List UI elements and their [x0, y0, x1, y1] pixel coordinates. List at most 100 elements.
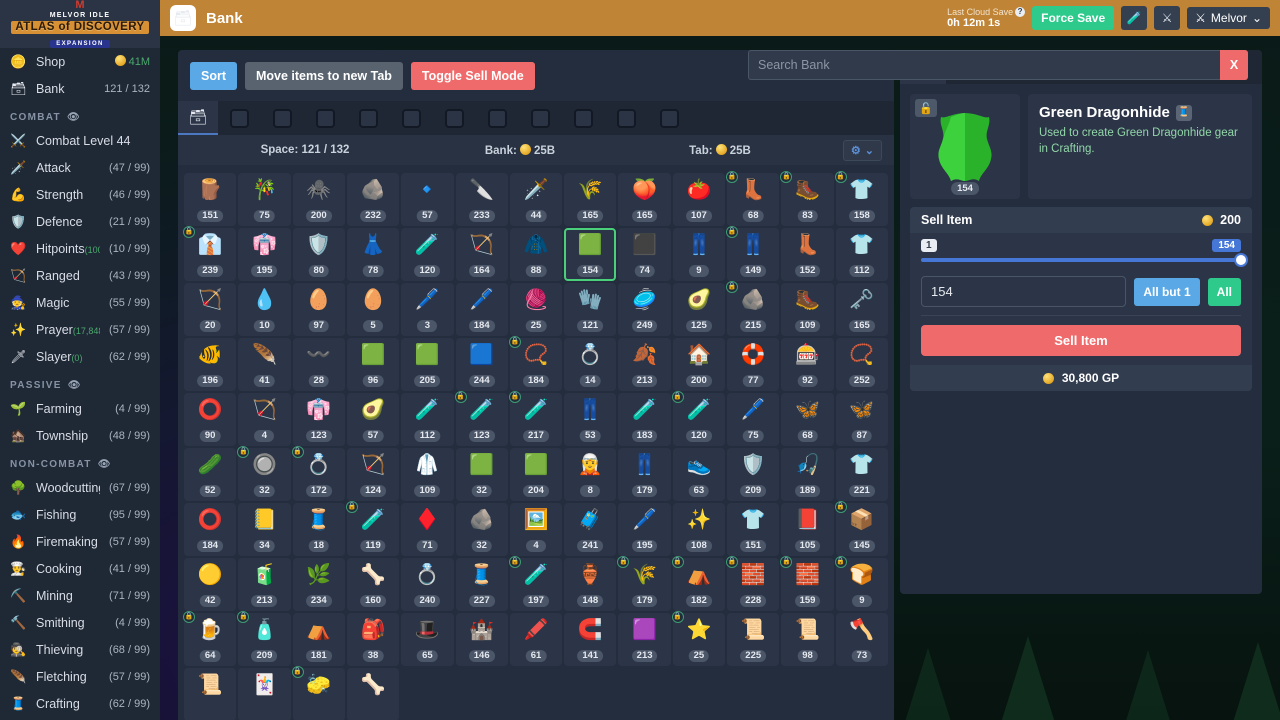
bank-tab-empty-9[interactable]: [562, 101, 605, 135]
bank-item[interactable]: 🖊️195: [618, 503, 670, 556]
bank-item[interactable]: 🛡️80: [293, 228, 345, 281]
bank-item[interactable]: ⭕90: [184, 393, 236, 446]
bank-tab-0[interactable]: 🗃: [178, 101, 218, 135]
bank-item[interactable]: 🪓73: [836, 613, 888, 666]
bank-item[interactable]: 🔒⭐25: [673, 613, 725, 666]
bank-item[interactable]: 🔒🧴209: [238, 613, 290, 666]
bank-item[interactable]: 🔒👢68: [727, 173, 779, 226]
bank-item[interactable]: 🔒🧪217: [510, 393, 562, 446]
bank-item[interactable]: 🕷️200: [293, 173, 345, 226]
bank-item[interactable]: 🧪112: [401, 393, 453, 446]
bank-item[interactable]: 🪵151: [184, 173, 236, 226]
bank-item[interactable]: 🟩96: [347, 338, 399, 391]
bank-item[interactable]: 📜98: [781, 613, 833, 666]
bank-item[interactable]: 🛟77: [727, 338, 779, 391]
bank-item[interactable]: 👘123: [293, 393, 345, 446]
sidebar-item-thieving[interactable]: 🕵️Thieving(68 / 99): [0, 636, 160, 663]
bank-item[interactable]: 🔒🍺64: [184, 613, 236, 666]
bank-item[interactable]: 🎋75: [238, 173, 290, 226]
bank-item[interactable]: 🔒📦145: [836, 503, 888, 556]
bank-item[interactable]: 🔒⛺182: [673, 558, 725, 611]
bank-item[interactable]: 🔒🪨215: [727, 283, 779, 336]
bank-item[interactable]: 🦴: [347, 668, 399, 720]
sidebar-item-attack[interactable]: 🗡️Attack(47 / 99): [0, 154, 160, 181]
eye-icon[interactable]: 👁: [98, 459, 112, 470]
bank-item[interactable]: 🥚5: [347, 283, 399, 336]
slider-track[interactable]: [921, 258, 1241, 262]
bank-item[interactable]: 🎰92: [781, 338, 833, 391]
bank-item[interactable]: 🦴160: [347, 558, 399, 611]
move-items-button[interactable]: Move items to new Tab: [245, 62, 403, 90]
bank-item[interactable]: 🔒👔239: [184, 228, 236, 281]
sidebar-item-cooking[interactable]: 👨‍🍳Cooking(41 / 99): [0, 555, 160, 582]
bank-item[interactable]: 🥼109: [401, 448, 453, 501]
bank-item[interactable]: 🪶41: [238, 338, 290, 391]
sell-quantity-slider[interactable]: 1 154: [910, 233, 1252, 266]
slider-knob[interactable]: [1234, 253, 1248, 267]
bank-item[interactable]: 🏠200: [673, 338, 725, 391]
bank-item[interactable]: 🦋68: [781, 393, 833, 446]
sidebar-item-township[interactable]: 🏚️Township(48 / 99): [0, 422, 160, 449]
bank-item[interactable]: 👖53: [564, 393, 616, 446]
bank-item[interactable]: 🧲141: [564, 613, 616, 666]
help-icon[interactable]: ?: [1015, 7, 1025, 17]
sidebar-item-farming[interactable]: 🌱Farming(4 / 99): [0, 395, 160, 422]
bank-item[interactable]: 📕105: [781, 503, 833, 556]
bank-item[interactable]: 🛡️209: [727, 448, 779, 501]
bank-item[interactable]: 🖼️4: [510, 503, 562, 556]
sidebar-item-combat-level-44[interactable]: ⚔️Combat Level 44: [0, 127, 160, 154]
sidebar-item-magic[interactable]: 🧙Magic(55 / 99): [0, 289, 160, 316]
bank-item[interactable]: 🧥88: [510, 228, 562, 281]
bank-item[interactable]: 🔒🧪120: [673, 393, 725, 446]
bank-item[interactable]: 🔒🍞9: [836, 558, 888, 611]
bank-settings-dropdown[interactable]: ⚙ ⌄: [843, 140, 882, 161]
sidebar-item-mining[interactable]: ⛏️Mining(71 / 99): [0, 582, 160, 609]
sidebar-item-ranged[interactable]: 🏹Ranged(43 / 99): [0, 262, 160, 289]
bank-item[interactable]: 💍240: [401, 558, 453, 611]
bank-tab-empty-8[interactable]: [519, 101, 562, 135]
bank-item[interactable]: 🦋87: [836, 393, 888, 446]
bank-item[interactable]: 🏹164: [456, 228, 508, 281]
bank-item[interactable]: 🧤121: [564, 283, 616, 336]
bank-item[interactable]: 🟩205: [401, 338, 453, 391]
bank-item[interactable]: 🍂213: [618, 338, 670, 391]
bank-tab-empty-10[interactable]: [605, 101, 648, 135]
bank-item[interactable]: 🔒🌾179: [618, 558, 670, 611]
sidebar-item-bank[interactable]: 🗃Bank121 / 132: [0, 75, 160, 102]
bank-item[interactable]: 🟡42: [184, 558, 236, 611]
bank-tab-empty-2[interactable]: [261, 101, 304, 135]
bank-item[interactable]: 🐠196: [184, 338, 236, 391]
eye-icon[interactable]: 👁: [67, 112, 81, 123]
bank-item[interactable]: 🥚97: [293, 283, 345, 336]
bank-item[interactable]: 🏰146: [456, 613, 508, 666]
sidebar-item-defence[interactable]: 🛡️Defence(21 / 99): [0, 208, 160, 235]
sidebar-item-fletching[interactable]: 🪶Fletching(57 / 99): [0, 663, 160, 690]
bank-item[interactable]: 🌿234: [293, 558, 345, 611]
bank-item[interactable]: 🟪213: [618, 613, 670, 666]
bank-item[interactable]: 🪨32: [456, 503, 508, 556]
bank-item[interactable]: ♦️71: [401, 503, 453, 556]
bank-tab-empty-4[interactable]: [347, 101, 390, 135]
bank-item[interactable]: 🔒📿184: [510, 338, 562, 391]
bank-item[interactable]: 🏺148: [564, 558, 616, 611]
bank-item[interactable]: 🧪183: [618, 393, 670, 446]
bank-tab-empty-11[interactable]: [648, 101, 691, 135]
sidebar-item-firemaking[interactable]: 🔥Firemaking(57 / 99): [0, 528, 160, 555]
bank-item[interactable]: 👕112: [836, 228, 888, 281]
bank-item[interactable]: 〰️28: [293, 338, 345, 391]
search-input[interactable]: [748, 50, 1220, 80]
sidebar-item-woodcutting[interactable]: 🌳Woodcutting(67 / 99): [0, 474, 160, 501]
bank-item[interactable]: 👖9: [673, 228, 725, 281]
bank-item[interactable]: ✨108: [673, 503, 725, 556]
bank-item[interactable]: 🔒💍172: [293, 448, 345, 501]
bank-item[interactable]: 🏹20: [184, 283, 236, 336]
sidebar-item-fishing[interactable]: 🐟Fishing(95 / 99): [0, 501, 160, 528]
bank-item[interactable]: ⬛74: [618, 228, 670, 281]
bank-item[interactable]: 🎩65: [401, 613, 453, 666]
bank-tab-empty-7[interactable]: [476, 101, 519, 135]
bank-item[interactable]: 🎒38: [347, 613, 399, 666]
bank-item[interactable]: 🥑57: [347, 393, 399, 446]
bank-tab-empty-6[interactable]: [433, 101, 476, 135]
character-menu-button[interactable]: ⚔ Melvor ⌄: [1187, 7, 1270, 29]
bank-item[interactable]: 🟩32: [456, 448, 508, 501]
